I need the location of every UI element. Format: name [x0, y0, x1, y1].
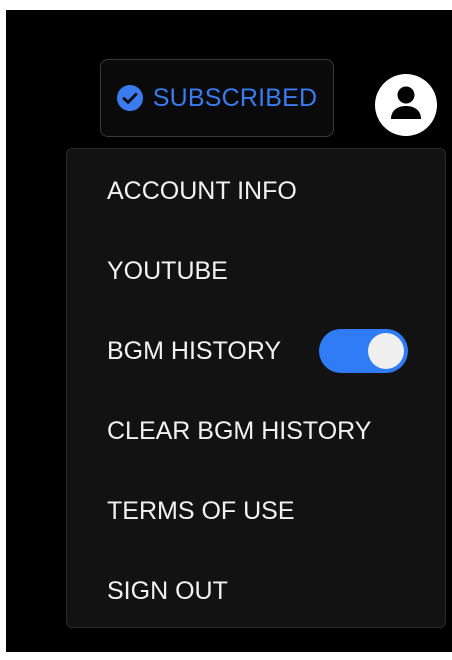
bgm-history-toggle[interactable]	[319, 329, 408, 373]
menu-item-terms-of-use[interactable]: TERMS OF USE	[107, 491, 295, 531]
subscribed-button[interactable]: SUBSCRIBED	[100, 59, 334, 137]
check-circle-icon	[116, 85, 143, 111]
toggle-knob	[368, 333, 404, 369]
menu-item-bgm-history[interactable]: BGM HISTORY	[107, 331, 281, 371]
menu-item-clear-bgm-history[interactable]: CLEAR BGM HISTORY	[107, 411, 371, 451]
subscribed-label: SUBSCRIBED	[152, 83, 318, 112]
app-screen: SUBSCRIBED ACCOUNT INFO YOUTUBE BGM HIST…	[6, 10, 452, 652]
menu-item-youtube[interactable]: YOUTUBE	[107, 251, 228, 291]
avatar-button[interactable]	[374, 73, 438, 137]
menu-item-sign-out[interactable]: SIGN OUT	[107, 571, 228, 611]
menu-item-account-info[interactable]: ACCOUNT INFO	[107, 171, 297, 211]
account-dropdown-menu: ACCOUNT INFO YOUTUBE BGM HISTORY CLEAR B…	[66, 148, 446, 628]
user-avatar-icon	[375, 74, 437, 136]
